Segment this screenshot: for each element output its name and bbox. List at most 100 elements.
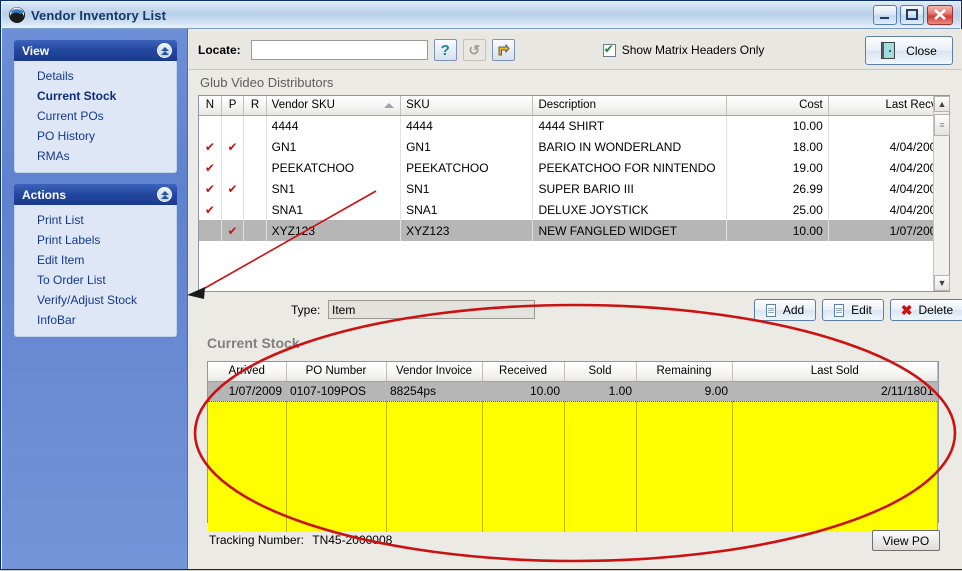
show-matrix-headers-checkbox[interactable]: [602, 42, 616, 57]
column-header-n[interactable]: N: [199, 96, 222, 116]
edit-button[interactable]: Edit: [822, 299, 884, 321]
sidebar-group-view-header[interactable]: View: [14, 40, 177, 61]
column-header-vendor-sku[interactable]: Vendor SKU: [266, 96, 402, 116]
empty-cell: [732, 401, 938, 532]
sidebar-item-to-order-list[interactable]: To Order List: [15, 270, 176, 290]
delete-button-label: Delete: [918, 303, 954, 317]
column-header-last-sold[interactable]: Last Sold: [732, 362, 938, 382]
empty-rows-area[interactable]: [208, 401, 938, 532]
cell-sku: GN1: [400, 136, 534, 157]
refresh-icon[interactable]: ↺: [462, 39, 486, 61]
refresh-glyph: ↺: [468, 41, 481, 58]
cell-cost: 10.00: [726, 115, 829, 136]
show-matrix-headers-label: Show Matrix Headers Only: [621, 43, 765, 57]
column-header-sold[interactable]: Sold: [564, 362, 637, 382]
table-row[interactable]: ✔ ✔ GN1 GN1 BARIO IN WONDERLAND 18.00 4/…: [199, 136, 950, 157]
column-header-r[interactable]: R: [243, 96, 267, 116]
empty-cell: [482, 401, 565, 532]
sidebar-item-print-list[interactable]: Print List: [15, 210, 176, 230]
sidebar-item-current-stock[interactable]: Current Stock: [15, 86, 176, 106]
column-header-last-recvd[interactable]: Last Recvd: [828, 96, 950, 116]
vendor-name-caption: Glub Video Distributors: [200, 75, 334, 90]
close-window-button[interactable]: [927, 5, 953, 25]
table-row[interactable]: ✔ SNA1 SNA1 DELUXE JOYSTICK 25.00 4/04/2…: [199, 199, 950, 220]
type-and-actions-row: Type: Add Edit ✖ Delete: [198, 299, 962, 325]
sidebar-item-verify-adjust-stock[interactable]: Verify/Adjust Stock: [15, 290, 176, 310]
maximize-button[interactable]: [900, 5, 924, 25]
cell-p: [221, 199, 245, 220]
help-glyph: ?: [440, 41, 450, 59]
sidebar-group-actions-header[interactable]: Actions: [14, 184, 177, 205]
cell-vendor-sku: GN1: [266, 136, 402, 157]
title-bar: Vendor Inventory List: [2, 2, 960, 29]
column-header-p[interactable]: P: [221, 96, 245, 116]
cell-vendor-sku: SNA1: [266, 199, 402, 220]
sidebar-item-details[interactable]: Details: [15, 66, 176, 86]
cell-p: [221, 115, 245, 136]
column-header-remaining[interactable]: Remaining: [636, 362, 733, 382]
locate-input[interactable]: [250, 40, 428, 60]
scroll-down-button[interactable]: ▼: [934, 275, 950, 291]
table-row[interactable]: 1/07/2009 0107-109POS 88254ps 10.00 1.00…: [208, 380, 938, 402]
table-row[interactable]: ✔ XYZ123 XYZ123 NEW FANGLED WIDGET 10.00…: [199, 220, 950, 241]
cell-description: NEW FANGLED WIDGET: [532, 220, 727, 241]
add-button-label: Add: [782, 303, 805, 317]
sidebar-item-edit-item[interactable]: Edit Item: [15, 250, 176, 270]
column-header-cost[interactable]: Cost: [726, 96, 829, 116]
scrollbar-thumb[interactable]: ≡: [934, 114, 950, 136]
sidebar-item-current-pos[interactable]: Current POs: [15, 106, 176, 126]
column-header-po-number[interactable]: PO Number: [286, 362, 387, 382]
inventory-grid[interactable]: N P R Vendor SKU SKU Description Cost La…: [198, 95, 950, 292]
scroll-up-button[interactable]: ▲: [934, 96, 950, 112]
cell-received: 10.00: [482, 380, 564, 402]
sidebar-item-print-labels[interactable]: Print Labels: [15, 230, 176, 250]
chevron-up-icon[interactable]: [157, 43, 172, 58]
minimize-button[interactable]: [873, 5, 897, 25]
add-button[interactable]: Add: [754, 299, 816, 321]
main-content: Locate: ? ↺ Show Matrix Headers Only Clo…: [188, 29, 962, 569]
delete-button[interactable]: ✖ Delete: [890, 299, 962, 321]
show-matrix-headers-checkbox-wrap[interactable]: Show Matrix Headers Only: [602, 42, 765, 57]
current-stock-table: Arrived PO Number Vendor Invoice Receive…: [208, 362, 938, 532]
cell-last-sold: 2/11/1801: [732, 380, 938, 402]
vendor-inventory-window: Vendor Inventory List View Details Curre…: [0, 0, 962, 570]
column-header-vendor-invoice[interactable]: Vendor Invoice: [386, 362, 483, 382]
cell-arrived: 1/07/2009: [208, 380, 286, 402]
current-stock-grid[interactable]: Arrived PO Number Vendor Invoice Receive…: [207, 361, 939, 532]
tracking-number-row: Tracking Number: TN45-2000008: [209, 533, 392, 547]
cell-r: [243, 115, 267, 136]
chevron-up-icon[interactable]: [157, 187, 172, 202]
type-input[interactable]: [328, 300, 535, 319]
cell-description: BARIO IN WONDERLAND: [532, 136, 727, 157]
cell-last-recvd: 1/07/2009: [828, 220, 950, 241]
grid-vertical-scrollbar[interactable]: ▲ ≡ ▼: [933, 96, 950, 291]
scroll-down-icon: ▼: [937, 278, 947, 288]
view-po-button[interactable]: View PO: [872, 530, 940, 551]
cell-n: [199, 115, 222, 136]
table-row[interactable]: 4444 4444 4444 SHIRT 10.00: [199, 115, 950, 136]
empty-cell: [386, 401, 483, 532]
current-stock-title: Current Stock: [207, 335, 300, 351]
app-icon: [8, 6, 26, 24]
table-row[interactable]: ✔ PEEKATCHOO PEEKATCHOO PEEKATCHOO FOR N…: [199, 157, 950, 178]
jump-to-icon[interactable]: [491, 39, 515, 61]
cell-vendor-invoice: 88254ps: [386, 380, 482, 402]
cell-p: ✔: [221, 136, 245, 157]
sidebar-item-infobar[interactable]: InfoBar: [15, 310, 176, 330]
column-header-received[interactable]: Received: [482, 362, 565, 382]
close-button[interactable]: Close: [865, 36, 953, 65]
column-header-description[interactable]: Description: [532, 96, 727, 116]
table-row[interactable]: ✔ ✔ SN1 SN1 SUPER BARIO III 26.99 4/04/2…: [199, 178, 950, 199]
column-header-arrived[interactable]: Arrived: [208, 362, 287, 382]
help-icon[interactable]: ?: [433, 39, 457, 61]
sidebar-item-po-history[interactable]: PO History: [15, 126, 176, 146]
cell-description: 4444 SHIRT: [532, 115, 727, 136]
cell-description: SUPER BARIO III: [532, 178, 727, 199]
cell-n: ✔: [199, 157, 222, 178]
current-stock-panel: Current Stock Arrived PO Number Vendor I…: [198, 331, 950, 559]
sidebar-item-rmas[interactable]: RMAs: [15, 146, 176, 166]
cell-sku: XYZ123: [400, 220, 534, 241]
inventory-grid-header-row: N P R Vendor SKU SKU Description Cost La…: [199, 96, 950, 116]
column-header-sku[interactable]: SKU: [400, 96, 534, 116]
cell-cost: 18.00: [726, 136, 829, 157]
